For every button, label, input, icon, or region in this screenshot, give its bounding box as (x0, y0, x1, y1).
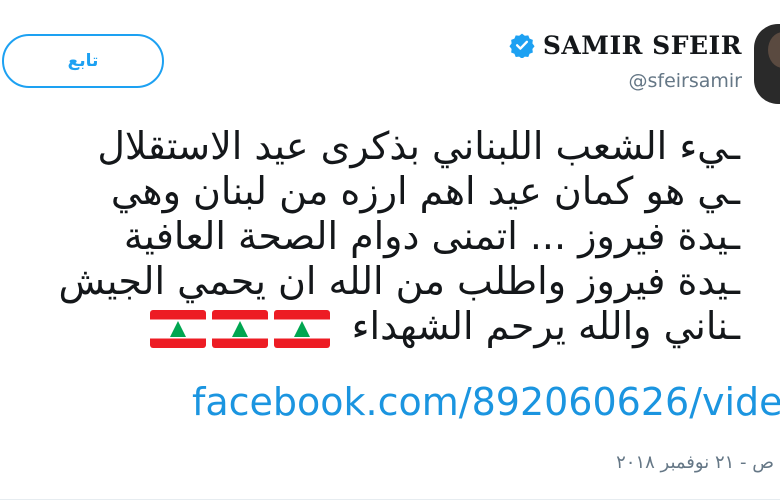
display-name[interactable]: SAMIR SFEIR (543, 31, 742, 60)
tweet-text-line: ـيدة فيروز واطلب من الله ان يحمي الجيش (58, 259, 740, 303)
avatar[interactable] (754, 24, 780, 104)
tweet-link[interactable]: facebook.com/892060626/vide (192, 380, 780, 424)
tweet-text: ـيء الشعب اللبناني بذكرى عيد الاستقلال ـ… (0, 124, 740, 349)
tweet-author[interactable]: SAMIR SFEIR @sfeirsamir (509, 22, 742, 92)
lebanon-flag-icon (211, 309, 268, 348)
tweet-timestamp[interactable]: ص - ٢١ نوفمبر ٢٠١٨ (616, 452, 774, 473)
tweet-text-line: ـيء الشعب اللبناني بذكرى عيد الاستقلال (97, 124, 740, 168)
tweet-text-line-last: ـناني والله يرحم الشهداء (0, 304, 740, 349)
lebanon-flag-icon (149, 309, 206, 348)
follow-button[interactable]: تابع (2, 34, 164, 88)
tweet-text-line: ـناني والله يرحم الشهداء (351, 304, 740, 348)
flag-emoji-group (149, 309, 330, 348)
tweet-text-line: ـي هو كمان عيد اهم ارزه من لبنان وهي (110, 169, 740, 213)
user-handle[interactable]: @sfeirsamir (509, 70, 742, 92)
verified-badge-icon (509, 32, 535, 59)
lebanon-flag-icon (273, 309, 330, 348)
tweet-text-line: ـيدة فيروز ... اتمنى دوام الصحة العافية (123, 214, 740, 258)
